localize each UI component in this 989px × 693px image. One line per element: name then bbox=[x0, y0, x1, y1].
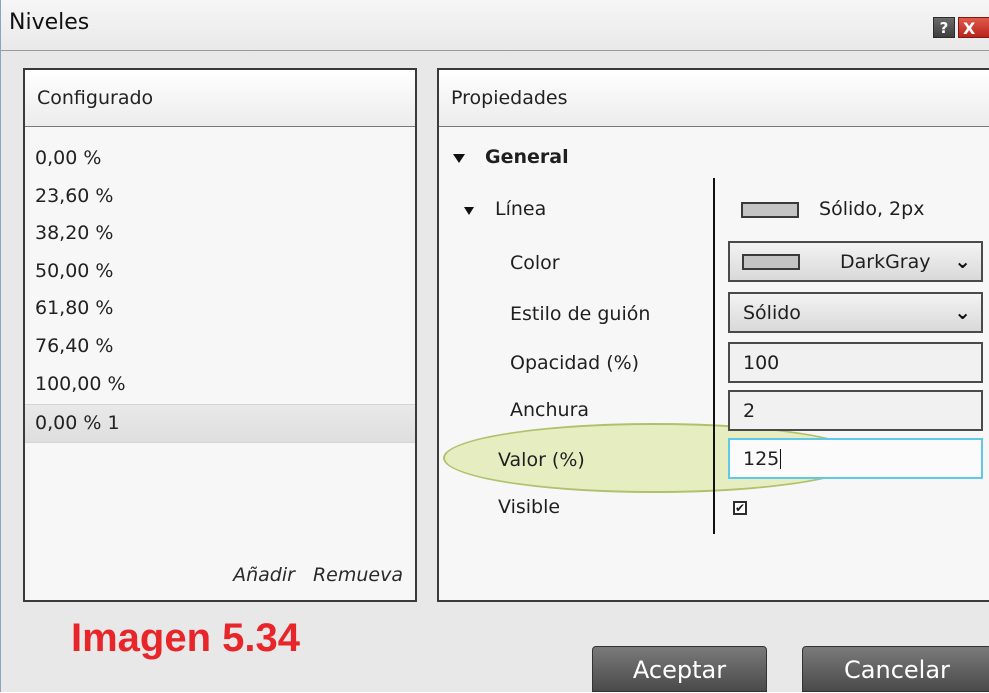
configured-header: Configurado bbox=[25, 70, 415, 127]
opacity-value: 100 bbox=[743, 352, 780, 374]
chevron-down-icon: ⌄ bbox=[954, 249, 971, 273]
properties-header: Propiedades bbox=[439, 70, 989, 127]
opacity-input[interactable]: 100 bbox=[728, 342, 983, 383]
width-input[interactable]: 2 bbox=[728, 390, 983, 431]
add-level-link[interactable]: Añadir bbox=[233, 564, 295, 586]
level-item[interactable]: 61,80 % bbox=[25, 290, 415, 327]
level-item-label: 100,00 % bbox=[35, 373, 126, 395]
width-value: 2 bbox=[743, 400, 756, 422]
value-percent-input[interactable]: 125 bbox=[728, 438, 983, 479]
line-swatch-icon bbox=[741, 201, 799, 218]
help-button[interactable]: ? bbox=[933, 17, 955, 38]
dash-style-value: Sólido bbox=[743, 302, 801, 324]
level-item[interactable]: 23,60 % bbox=[25, 178, 415, 215]
level-item[interactable]: 50,00 % bbox=[25, 253, 415, 290]
list-actions: Añadir Remueva bbox=[215, 564, 403, 586]
level-item-label: 61,80 % bbox=[35, 297, 114, 319]
text-cursor bbox=[780, 449, 782, 469]
color-select[interactable]: DarkGray ⌄ bbox=[728, 241, 983, 282]
configured-levels-panel: Configurado 0,00 % 23,60 % 38,20 % 50,00… bbox=[23, 68, 417, 602]
visible-checkbox[interactable]: ✔ bbox=[733, 501, 747, 515]
level-item-label: 0,00 % bbox=[35, 147, 102, 169]
levels-dialog: Niveles ? X Configurado 0,00 % 23,60 % 3… bbox=[0, 0, 989, 692]
line-label: Línea bbox=[495, 198, 547, 220]
general-collapse-icon[interactable] bbox=[453, 154, 465, 163]
line-summary: Sólido, 2px bbox=[741, 198, 924, 220]
value-percent-text: 125 bbox=[743, 448, 780, 470]
property-divider bbox=[713, 178, 715, 534]
level-item-label: 0,00 % 1 bbox=[35, 412, 120, 434]
level-item[interactable]: 38,20 % bbox=[25, 215, 415, 252]
image-caption: Imagen 5.34 bbox=[71, 616, 301, 660]
visible-label: Visible bbox=[498, 496, 561, 518]
level-item[interactable]: 76,40 % bbox=[25, 328, 415, 365]
value-percent-value: 125 bbox=[743, 448, 782, 470]
level-item-label: 38,20 % bbox=[35, 222, 114, 244]
opacity-label: Opacidad (%) bbox=[510, 352, 640, 374]
color-label: Color bbox=[510, 252, 560, 274]
remove-level-link[interactable]: Remueva bbox=[313, 564, 403, 586]
level-item-label: 76,40 % bbox=[35, 335, 114, 357]
level-item[interactable]: 0,00 % bbox=[25, 140, 415, 177]
width-label: Anchura bbox=[510, 399, 590, 421]
level-item-label: 23,60 % bbox=[35, 185, 114, 207]
value-percent-label: Valor (%) bbox=[498, 449, 585, 471]
title-bar: Niveles ? X bbox=[1, 0, 989, 51]
close-button[interactable]: X bbox=[958, 17, 989, 38]
dash-style-select[interactable]: Sólido ⌄ bbox=[728, 292, 983, 333]
level-item-selected[interactable]: 0,00 % 1 bbox=[25, 404, 415, 443]
dash-style-label: Estilo de guión bbox=[510, 303, 651, 325]
line-summary-text: Sólido, 2px bbox=[819, 198, 925, 220]
window-title: Niveles bbox=[9, 10, 90, 35]
cancel-button[interactable]: Cancelar bbox=[802, 646, 989, 692]
accept-button[interactable]: Aceptar bbox=[592, 646, 767, 692]
color-swatch-icon bbox=[742, 254, 800, 270]
general-category: General bbox=[485, 146, 569, 168]
properties-header-label: Propiedades bbox=[451, 87, 568, 109]
chevron-down-icon: ⌄ bbox=[954, 300, 971, 324]
level-item[interactable]: 100,00 % bbox=[25, 366, 415, 403]
configured-header-label: Configurado bbox=[37, 87, 154, 109]
line-collapse-icon[interactable] bbox=[464, 207, 474, 215]
color-value: DarkGray bbox=[840, 251, 931, 273]
level-item-label: 50,00 % bbox=[35, 260, 114, 282]
